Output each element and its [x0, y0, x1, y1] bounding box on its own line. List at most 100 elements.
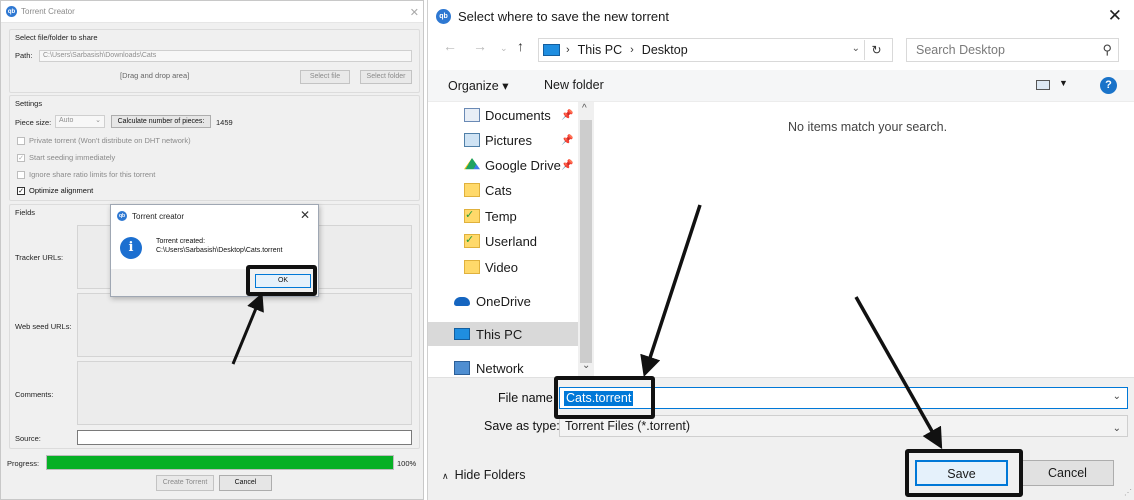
- back-arrow-icon[interactable]: ←: [443, 38, 457, 54]
- nav-scrollbar[interactable]: ^ ⌄: [578, 102, 594, 377]
- command-bar: Organize ▾ New folder ▼ ?: [428, 70, 1134, 102]
- path-label: Path:: [15, 51, 33, 60]
- search-icon: ⚲: [1102, 42, 1112, 57]
- nav-label: Documents: [485, 107, 551, 123]
- scroll-up-icon[interactable]: ^: [582, 103, 587, 114]
- nav-item-onedrive[interactable]: OneDrive: [428, 289, 578, 313]
- cancel-button[interactable]: Cancel: [1021, 460, 1114, 486]
- nav-label: Cats: [485, 182, 512, 198]
- file-name-label: File name:: [498, 391, 557, 405]
- dialog-message: Torrent created: C:\Users\Sarbasish\Desk…: [156, 237, 282, 255]
- nav-item-video[interactable]: Video: [428, 255, 578, 279]
- save-dialog: qb Select where to save the new torrent …: [427, 0, 1134, 500]
- nav-label: Pictures: [485, 132, 532, 148]
- nav-item-pictures[interactable]: Pictures 📌: [428, 128, 578, 152]
- source-input[interactable]: [77, 430, 412, 445]
- scroll-thumb[interactable]: [580, 120, 592, 363]
- address-bar[interactable]: › This PC › Desktop ⌄ ↻: [538, 38, 893, 62]
- checkbox-box: [17, 170, 25, 179]
- search-placeholder: Search Desktop: [916, 43, 1005, 57]
- close-icon[interactable]: ✕: [300, 208, 310, 222]
- ignore-ratio-checkbox[interactable]: Ignore share ratio limits for this torre…: [17, 170, 155, 179]
- forward-arrow-icon[interactable]: →: [473, 38, 487, 54]
- breadcrumb-desktop[interactable]: Desktop: [642, 43, 688, 57]
- folder-icon: [464, 183, 480, 197]
- torrent-creator-window: qb Torrent Creator ✕ Select file/folder …: [0, 0, 424, 500]
- save-as-type-label: Save as type:: [484, 419, 560, 433]
- chevron-down-icon[interactable]: ⌄: [1113, 419, 1121, 439]
- cancel-button[interactable]: Cancel: [219, 475, 272, 491]
- view-options-icon[interactable]: [1036, 80, 1050, 90]
- refresh-icon[interactable]: ↻: [864, 40, 888, 60]
- ok-highlight-box: [246, 265, 317, 296]
- scroll-down-icon[interactable]: ⌄: [582, 360, 590, 371]
- nav-item-userland[interactable]: ✓ Userland: [428, 229, 578, 253]
- window-title: Torrent Creator: [21, 7, 75, 16]
- checkbox-label: Start seeding immediately: [29, 153, 116, 162]
- hide-folders-button[interactable]: ∧ Hide Folders: [442, 468, 525, 482]
- message-line-2: C:\Users\Sarbasish\Desktop\Cats.torrent: [156, 247, 283, 254]
- pictures-icon: [464, 133, 480, 147]
- pieces-count: 1459: [216, 118, 233, 127]
- close-icon[interactable]: ✕: [1108, 6, 1122, 26]
- save-highlight-box: [905, 449, 1023, 497]
- nav-item-cats[interactable]: Cats: [428, 178, 578, 202]
- group-label: Select file/folder to share: [15, 33, 98, 42]
- resize-grip-icon[interactable]: ⋰: [1124, 488, 1132, 497]
- path-input[interactable]: C:\Users\Sarbasish\Downloads\Cats: [39, 50, 412, 62]
- checkbox-label: Private torrent (Won't distribute on DHT…: [29, 136, 191, 145]
- chevron-down-icon: ⌄: [95, 117, 101, 124]
- nav-item-documents[interactable]: Documents 📌: [428, 103, 578, 127]
- recent-locations-icon[interactable]: ⌄: [500, 43, 508, 54]
- documents-icon: [464, 108, 480, 122]
- select-folder-button[interactable]: Select folder: [360, 70, 412, 84]
- optimize-alignment-checkbox[interactable]: ✓ Optimize alignment: [17, 186, 93, 195]
- comments-label: Comments:: [15, 390, 54, 399]
- dialog-title: Select where to save the new torrent: [458, 9, 670, 24]
- nav-label: Google Drive: [485, 157, 561, 173]
- navigation-pane: Documents 📌 Pictures 📌 Google Drive 📌 Ca…: [428, 102, 594, 377]
- synced-folder-icon: ✓: [464, 209, 480, 223]
- network-icon: [454, 361, 470, 375]
- close-icon[interactable]: ✕: [410, 6, 419, 19]
- create-torrent-button[interactable]: Create Torrent: [156, 475, 214, 491]
- synced-folder-icon: ✓: [464, 234, 480, 248]
- drop-area[interactable]: [Drag and drop area]: [120, 71, 189, 80]
- progress-fill: [47, 456, 393, 469]
- web-seed-urls-textarea[interactable]: [77, 293, 412, 357]
- nav-item-this-pc[interactable]: This PC: [428, 322, 578, 346]
- piece-size-select[interactable]: Auto ⌄: [55, 115, 105, 128]
- chevron-up-icon: ∧: [442, 471, 449, 481]
- nav-label: OneDrive: [476, 293, 531, 309]
- pin-icon: 📌: [561, 159, 574, 171]
- checkmark-icon: ✓: [17, 153, 25, 162]
- comments-textarea[interactable]: [77, 361, 412, 425]
- pin-icon: 📌: [561, 134, 574, 146]
- group-label: Fields: [15, 208, 36, 217]
- nav-item-temp[interactable]: ✓ Temp: [428, 204, 578, 228]
- dialog-title: Torrent creator: [132, 211, 185, 221]
- new-folder-button[interactable]: New folder: [544, 78, 604, 92]
- start-seeding-checkbox[interactable]: ✓ Start seeding immediately: [17, 153, 115, 162]
- select-file-button[interactable]: Select file: [300, 70, 350, 84]
- search-input[interactable]: Search Desktop ⚲: [906, 38, 1119, 62]
- nav-item-google-drive[interactable]: Google Drive 📌: [428, 153, 578, 177]
- calculate-pieces-button[interactable]: Calculate number of pieces:: [111, 115, 211, 128]
- organize-menu[interactable]: Organize ▾: [448, 78, 508, 93]
- title-bar: qb Torrent Creator ✕: [1, 1, 423, 23]
- chevron-down-icon[interactable]: ⌄: [852, 43, 860, 54]
- save-as-type-value: Torrent Files (*.torrent): [565, 419, 691, 433]
- folder-icon: [464, 260, 480, 274]
- onedrive-icon: [454, 297, 470, 306]
- private-torrent-checkbox[interactable]: Private torrent (Won't distribute on DHT…: [17, 136, 191, 145]
- help-icon[interactable]: ?: [1100, 77, 1117, 94]
- checkbox-label: Optimize alignment: [29, 186, 94, 195]
- group-label: Settings: [15, 99, 43, 108]
- google-drive-icon: [464, 158, 480, 170]
- up-arrow-icon[interactable]: ↑: [517, 38, 524, 54]
- chevron-down-icon[interactable]: ▼: [1059, 78, 1068, 88]
- progress-bar: [46, 455, 394, 470]
- chevron-down-icon[interactable]: ⌄: [1113, 391, 1121, 402]
- breadcrumb-this-pc[interactable]: This PC: [578, 43, 622, 57]
- nav-label: Temp: [485, 208, 517, 224]
